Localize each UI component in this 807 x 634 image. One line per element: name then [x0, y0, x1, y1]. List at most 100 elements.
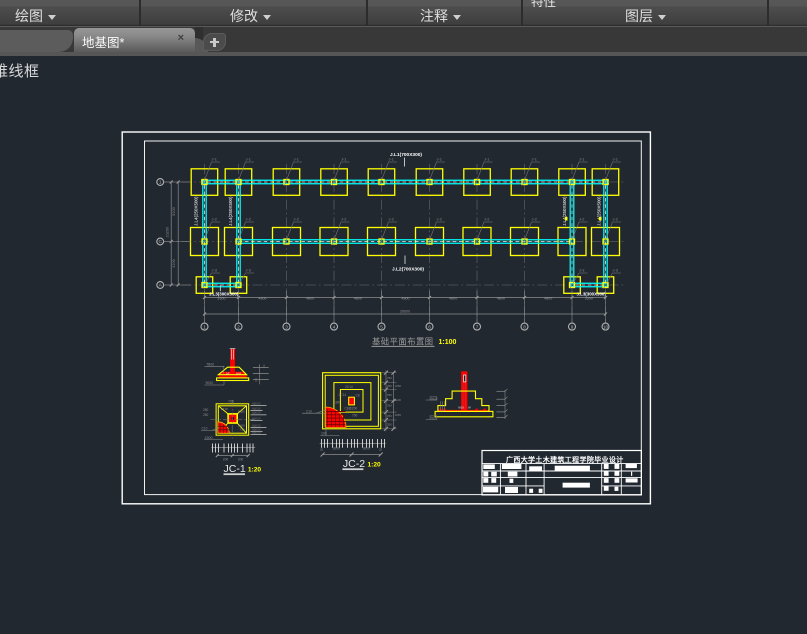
svg-text:2C14: 2C14	[345, 385, 353, 389]
svg-text:J-2: J-2	[532, 217, 537, 222]
svg-text:J.L2(700X300): J.L2(700X300)	[392, 267, 424, 273]
svg-text:2C14: 2C14	[339, 393, 347, 397]
svg-text:JC-2: JC-2	[343, 458, 365, 470]
svg-text:J.L4(250X500): J.L4(250X500)	[562, 196, 567, 226]
svg-text:1:20: 1:20	[248, 467, 262, 474]
svg-text:10200: 10200	[166, 227, 170, 238]
svg-text:J.L1(700X300): J.L1(700X300)	[390, 152, 422, 158]
svg-text:J-1: J-1	[532, 157, 537, 162]
svg-text:250: 250	[203, 413, 209, 417]
svg-text:200: 200	[223, 457, 229, 461]
svg-text:J-3: J-3	[613, 268, 618, 273]
svg-text:4800: 4800	[544, 297, 552, 301]
svg-text:J-1: J-1	[579, 157, 584, 162]
svg-text:J-2: J-2	[579, 217, 584, 222]
svg-text:4800: 4800	[306, 297, 314, 301]
svg-text:DF: DF	[226, 372, 230, 376]
svg-text:J-1: J-1	[294, 157, 299, 162]
svg-text:3300: 3300	[585, 297, 593, 301]
svg-text:1800: 1800	[362, 447, 370, 451]
svg-text:39600: 39600	[400, 309, 410, 313]
svg-text:1: 1	[203, 324, 206, 329]
svg-text:8: 8	[523, 324, 526, 329]
svg-text:5: 5	[380, 324, 383, 329]
svg-text:J-2: J-2	[246, 217, 251, 222]
svg-text:J-3: J-3	[579, 268, 584, 273]
svg-text:J-3: J-3	[212, 268, 217, 273]
svg-text:9000: 9000	[206, 381, 214, 385]
svg-text:C8: C8	[356, 394, 360, 398]
svg-text:8@20: 8@20	[431, 416, 439, 420]
svg-text:700: 700	[352, 414, 358, 418]
svg-text:1500: 1500	[205, 436, 213, 440]
svg-text:J-2: J-2	[212, 217, 217, 222]
svg-text:J-2: J-2	[294, 217, 299, 222]
svg-text:250: 250	[203, 408, 209, 412]
svg-text:5100: 5100	[172, 207, 176, 215]
svg-text:M10: M10	[458, 406, 464, 410]
svg-text:B@5: B@5	[238, 410, 245, 414]
svg-text:J-1: J-1	[341, 157, 346, 162]
svg-text:2T18: 2T18	[221, 407, 228, 411]
svg-text:8@150: 8@150	[252, 401, 261, 405]
svg-text:350: 350	[387, 384, 392, 388]
svg-text:1:20: 1:20	[368, 461, 382, 468]
svg-text:350: 350	[387, 376, 392, 380]
svg-text:2100: 2100	[395, 398, 402, 402]
svg-text:350: 350	[387, 393, 392, 397]
svg-text:J.L4(250X500): J.L4(250X500)	[228, 196, 233, 226]
svg-text:T16: T16	[240, 428, 246, 432]
svg-text:M-8: M-8	[236, 372, 241, 376]
svg-text:1800: 1800	[332, 447, 340, 451]
svg-text:25: 25	[379, 448, 383, 452]
svg-text:A: A	[159, 283, 163, 288]
svg-text:J.L4(250X500): J.L4(250X500)	[193, 196, 198, 226]
svg-text:1: 1	[159, 180, 162, 185]
svg-text:8@150: 8@150	[252, 411, 261, 415]
svg-text:4800: 4800	[354, 297, 362, 301]
svg-text:J-3: J-3	[246, 268, 251, 273]
svg-text:7: 7	[476, 324, 479, 329]
svg-text:J-1: J-1	[246, 157, 251, 162]
svg-text:700: 700	[228, 399, 234, 403]
svg-text:广西大学土木建筑工程学院毕业设计: 广西大学土木建筑工程学院毕业设计	[506, 455, 624, 464]
svg-text:9: 9	[571, 324, 574, 329]
svg-text:350: 350	[387, 423, 392, 427]
svg-text:8@150: 8@150	[252, 423, 261, 427]
svg-text:4800: 4800	[449, 297, 457, 301]
svg-text:4100: 4100	[172, 259, 176, 267]
svg-text:J-2: J-2	[613, 217, 618, 222]
svg-text:4: 4	[333, 324, 336, 329]
svg-text:J-1: J-1	[484, 157, 489, 162]
svg-text:TB00: TB00	[206, 362, 214, 366]
svg-text:300: 300	[335, 401, 341, 405]
svg-text:1:100: 1:100	[439, 339, 457, 346]
svg-text:8@150: 8@150	[252, 430, 261, 434]
svg-text:3: 3	[285, 324, 288, 329]
svg-text:J-1: J-1	[613, 157, 618, 162]
svg-text:8@150: 8@150	[252, 406, 261, 410]
svg-text:25: 25	[320, 448, 324, 452]
svg-text:J-2: J-2	[437, 217, 442, 222]
svg-text:2: 2	[237, 324, 240, 329]
svg-text:C8@200: C8@200	[345, 407, 358, 411]
svg-text:1050: 1050	[395, 384, 402, 388]
svg-text:350: 350	[387, 414, 392, 418]
svg-text:6: 6	[428, 324, 431, 329]
svg-text:基础平面布置图: 基础平面布置图	[372, 336, 434, 346]
svg-text:200: 200	[238, 457, 244, 461]
svg-text:W: W	[468, 406, 471, 410]
svg-text:J-2: J-2	[341, 217, 346, 222]
svg-text:1050: 1050	[395, 413, 402, 417]
svg-text:J-1: J-1	[212, 157, 217, 162]
svg-text:J.L4(250X500): J.L4(250X500)	[596, 196, 601, 226]
svg-text:J-2: J-2	[484, 217, 489, 222]
svg-text:J-1: J-1	[437, 157, 442, 162]
svg-text:J-2: J-2	[389, 217, 394, 222]
svg-text:4800: 4800	[497, 297, 505, 301]
svg-text:10: 10	[603, 324, 609, 329]
svg-text:3300: 3300	[217, 297, 225, 301]
svg-text:C10: C10	[202, 427, 208, 431]
svg-text:C: C	[159, 239, 163, 244]
svg-text:4800: 4800	[401, 297, 409, 301]
